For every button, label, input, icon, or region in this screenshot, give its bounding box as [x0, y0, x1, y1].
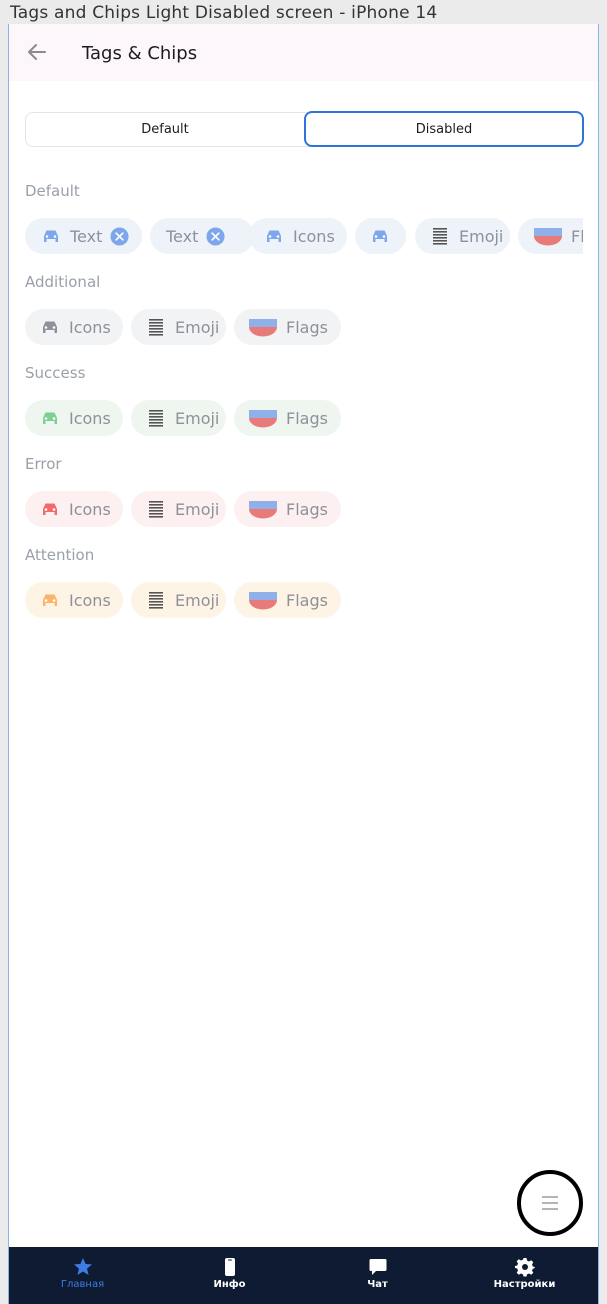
emoji-icon [146, 499, 166, 519]
segment-default[interactable]: Default [26, 113, 304, 146]
chip-icons[interactable]: Icons [25, 582, 123, 618]
chip-row-error: Icons Emoji Flags [25, 491, 583, 527]
chip-text-removable[interactable]: Text [150, 218, 254, 254]
chip-label: Flags [286, 317, 328, 337]
chip-label: Flags [286, 499, 328, 519]
section-title-default: Default [25, 182, 80, 200]
chip-flags[interactable]: Flags [234, 582, 341, 618]
close-icon[interactable] [110, 227, 129, 246]
car-icon [41, 226, 61, 246]
close-icon[interactable] [206, 227, 225, 246]
chip-label: Emoji [175, 590, 220, 610]
chip-emoji[interactable]: Emoji [131, 582, 226, 618]
phone-icon [224, 1258, 235, 1276]
chip-icons[interactable]: Icons [249, 218, 347, 254]
car-icon [370, 226, 390, 246]
chip-emoji[interactable]: Emoji [415, 218, 510, 254]
chip-emoji[interactable]: Emoji [131, 400, 226, 436]
chip-label: Flags [286, 590, 328, 610]
screen-caption: Tags and Chips Light Disabled screen - i… [10, 3, 438, 23]
tab-label: Настройки [493, 1279, 556, 1290]
car-icon [40, 317, 60, 337]
car-icon [264, 226, 284, 246]
chip-icons[interactable]: Icons [25, 491, 123, 527]
gear-icon [514, 1258, 535, 1277]
chip-row-additional: Icons Emoji Flags [25, 309, 583, 345]
chat-icon [369, 1259, 386, 1275]
arrow-left-icon[interactable] [25, 40, 49, 64]
chip-text-removable[interactable]: Text [25, 218, 142, 254]
flag-icon [249, 590, 277, 610]
section-title-success: Success [25, 364, 86, 382]
chip-label: Text [70, 226, 103, 246]
star-icon [73, 1258, 92, 1275]
chip-label: Emoji [175, 408, 220, 428]
chip-row-default: Text Text Icons Emoji Fl [25, 218, 583, 254]
chip-label: Icons [69, 499, 111, 519]
segmented-control: Default Disabled [25, 111, 584, 147]
chip-icons[interactable]: Icons [25, 309, 123, 345]
chip-emoji[interactable]: Emoji [131, 309, 226, 345]
chip-flags[interactable]: Flags [234, 400, 341, 436]
section-title-attention: Attention [25, 546, 95, 564]
tab-label: Инфо [213, 1279, 246, 1290]
emoji-icon [146, 408, 166, 428]
tab-chat[interactable]: Чат [304, 1247, 451, 1304]
menu-fab-button[interactable] [517, 1170, 583, 1236]
section-title-error: Error [25, 455, 62, 473]
chip-label: Flags [286, 408, 328, 428]
chip-flags[interactable]: Fl [518, 218, 583, 254]
tab-label: Чат [367, 1279, 388, 1290]
chip-label: Icons [69, 317, 111, 337]
chip-label: Emoji [175, 317, 220, 337]
tab-info[interactable]: Инфо [156, 1247, 303, 1304]
flag-icon [249, 408, 277, 428]
flag-icon [249, 317, 277, 337]
chip-flags[interactable]: Flags [234, 309, 341, 345]
app-header: Tags & Chips [9, 24, 598, 81]
chip-icon-only[interactable] [355, 218, 406, 254]
emoji-icon [146, 590, 166, 610]
section-title-additional: Additional [25, 273, 101, 291]
tab-home[interactable]: Главная [9, 1247, 156, 1304]
car-icon [40, 499, 60, 519]
tab-label: Главная [60, 1279, 105, 1290]
chip-emoji[interactable]: Emoji [131, 491, 226, 527]
chip-label: Text [166, 226, 199, 246]
emoji-icon [430, 226, 450, 246]
menu-icon [542, 1196, 558, 1210]
segment-disabled[interactable]: Disabled [304, 111, 584, 147]
flag-icon [534, 226, 562, 246]
flag-icon [249, 499, 277, 519]
page-title: Tags & Chips [82, 43, 198, 64]
chip-label: Emoji [459, 226, 504, 246]
chip-icons[interactable]: Icons [25, 400, 123, 436]
car-icon [40, 408, 60, 428]
chip-flags[interactable]: Flags [234, 491, 341, 527]
bottom-tab-bar: Главная Инфо Чат Настройки [9, 1247, 598, 1304]
car-icon [40, 590, 60, 610]
chip-label: Fl [571, 226, 583, 246]
device-screen: Tags & Chips Default Disabled Default Te… [8, 24, 599, 1304]
chip-row-success: Icons Emoji Flags [25, 400, 583, 436]
chip-label: Icons [69, 408, 111, 428]
chip-label: Emoji [175, 499, 220, 519]
chip-label: Icons [69, 590, 111, 610]
tab-settings[interactable]: Настройки [451, 1247, 598, 1304]
emoji-icon [146, 317, 166, 337]
chip-label: Icons [293, 226, 335, 246]
chip-row-attention: Icons Emoji Flags [25, 582, 583, 618]
